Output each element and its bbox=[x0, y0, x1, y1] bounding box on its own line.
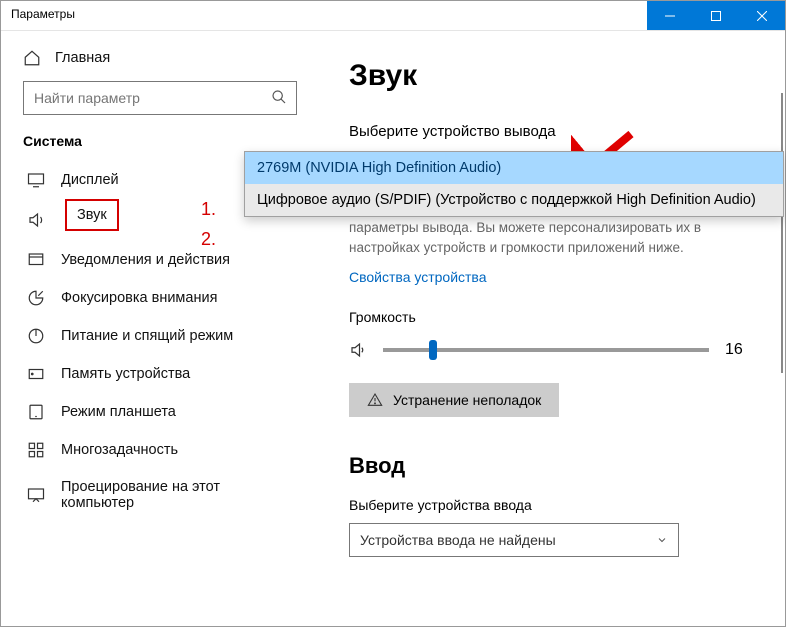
sidebar-item-label: Многозадачность bbox=[61, 442, 178, 458]
sidebar-item-label: Режим планшета bbox=[61, 404, 176, 420]
sidebar-item-multitask[interactable]: Многозадачность bbox=[23, 431, 297, 469]
sidebar-item-power[interactable]: Питание и спящий режим bbox=[23, 317, 297, 355]
sidebar-item-label: Память устройства bbox=[61, 366, 190, 382]
sidebar: Главная Система Дисплей Звук Уведомления… bbox=[1, 31, 319, 626]
volume-value: 16 bbox=[725, 341, 749, 359]
output-device-label: Выберите устройство вывода bbox=[349, 123, 785, 140]
window-title: Параметры bbox=[1, 1, 85, 30]
sidebar-item-label: Звук bbox=[65, 199, 119, 231]
notifications-icon bbox=[27, 251, 45, 269]
volume-slider[interactable] bbox=[383, 348, 709, 352]
chevron-down-icon bbox=[656, 534, 668, 546]
sidebar-item-label: Дисплей bbox=[61, 172, 119, 188]
search-box[interactable] bbox=[23, 81, 297, 115]
tablet-icon bbox=[27, 403, 45, 421]
sidebar-item-focus[interactable]: Фокусировка внимания bbox=[23, 279, 297, 317]
close-button[interactable] bbox=[739, 1, 785, 30]
input-device-label: Выберите устройства ввода bbox=[349, 497, 785, 513]
slider-thumb[interactable] bbox=[429, 340, 437, 360]
volume-row: 16 bbox=[349, 341, 749, 359]
dropdown-option-selected[interactable]: 2769M (NVIDIA High Definition Audio) bbox=[245, 152, 783, 184]
display-icon bbox=[27, 171, 45, 189]
focus-icon bbox=[27, 289, 45, 307]
titlebar: Параметры bbox=[1, 1, 785, 31]
sidebar-item-tablet[interactable]: Режим планшета bbox=[23, 393, 297, 431]
sound-icon bbox=[27, 211, 45, 229]
projection-icon bbox=[27, 486, 45, 504]
sidebar-item-label: Проецирование на этот компьютер bbox=[61, 479, 293, 511]
output-device-dropdown[interactable]: 2769M (NVIDIA High Definition Audio) Циф… bbox=[244, 151, 784, 217]
input-select-value: Устройства ввода не найдены bbox=[360, 532, 556, 548]
dropdown-option[interactable]: Цифровое аудио (S/PDIF) (Устройство с по… bbox=[245, 184, 783, 216]
troubleshoot-button[interactable]: Устранение неполадок bbox=[349, 383, 559, 417]
scrollbar[interactable] bbox=[781, 93, 783, 373]
multitask-icon bbox=[27, 441, 45, 459]
sidebar-item-projection[interactable]: Проецирование на этот компьютер bbox=[23, 469, 297, 521]
sidebar-item-label: Фокусировка внимания bbox=[61, 290, 217, 306]
warning-icon bbox=[367, 392, 383, 408]
window-controls bbox=[647, 1, 785, 30]
storage-icon bbox=[27, 365, 45, 383]
input-heading: Ввод bbox=[349, 453, 785, 479]
annotation-1: 1. bbox=[201, 199, 216, 220]
main-pane: Звук Выберите устройство вывода 2769M (N… bbox=[319, 31, 785, 626]
minimize-button[interactable] bbox=[647, 1, 693, 30]
speaker-icon[interactable] bbox=[349, 341, 367, 359]
input-device-select[interactable]: Устройства ввода не найдены bbox=[349, 523, 679, 557]
sidebar-section-title: Система bbox=[23, 133, 297, 149]
annotation-2: 2. bbox=[201, 229, 216, 250]
troubleshoot-label: Устранение неполадок bbox=[393, 392, 541, 408]
search-input[interactable] bbox=[23, 81, 297, 115]
device-properties-link[interactable]: Свойства устройства bbox=[349, 269, 487, 285]
sidebar-item-label: Уведомления и действия bbox=[61, 252, 230, 268]
home-label: Главная bbox=[55, 50, 110, 66]
power-icon bbox=[27, 327, 45, 345]
output-description: параметры вывода. Вы можете персонализир… bbox=[349, 218, 749, 257]
search-icon bbox=[271, 89, 287, 105]
sidebar-item-storage[interactable]: Память устройства bbox=[23, 355, 297, 393]
home-link[interactable]: Главная bbox=[23, 49, 297, 67]
page-title: Звук bbox=[349, 59, 785, 93]
home-icon bbox=[23, 49, 41, 67]
maximize-button[interactable] bbox=[693, 1, 739, 30]
sidebar-item-label: Питание и спящий режим bbox=[61, 328, 233, 344]
volume-label: Громкость bbox=[349, 309, 785, 325]
sidebar-item-notifications[interactable]: Уведомления и действия bbox=[23, 241, 297, 279]
